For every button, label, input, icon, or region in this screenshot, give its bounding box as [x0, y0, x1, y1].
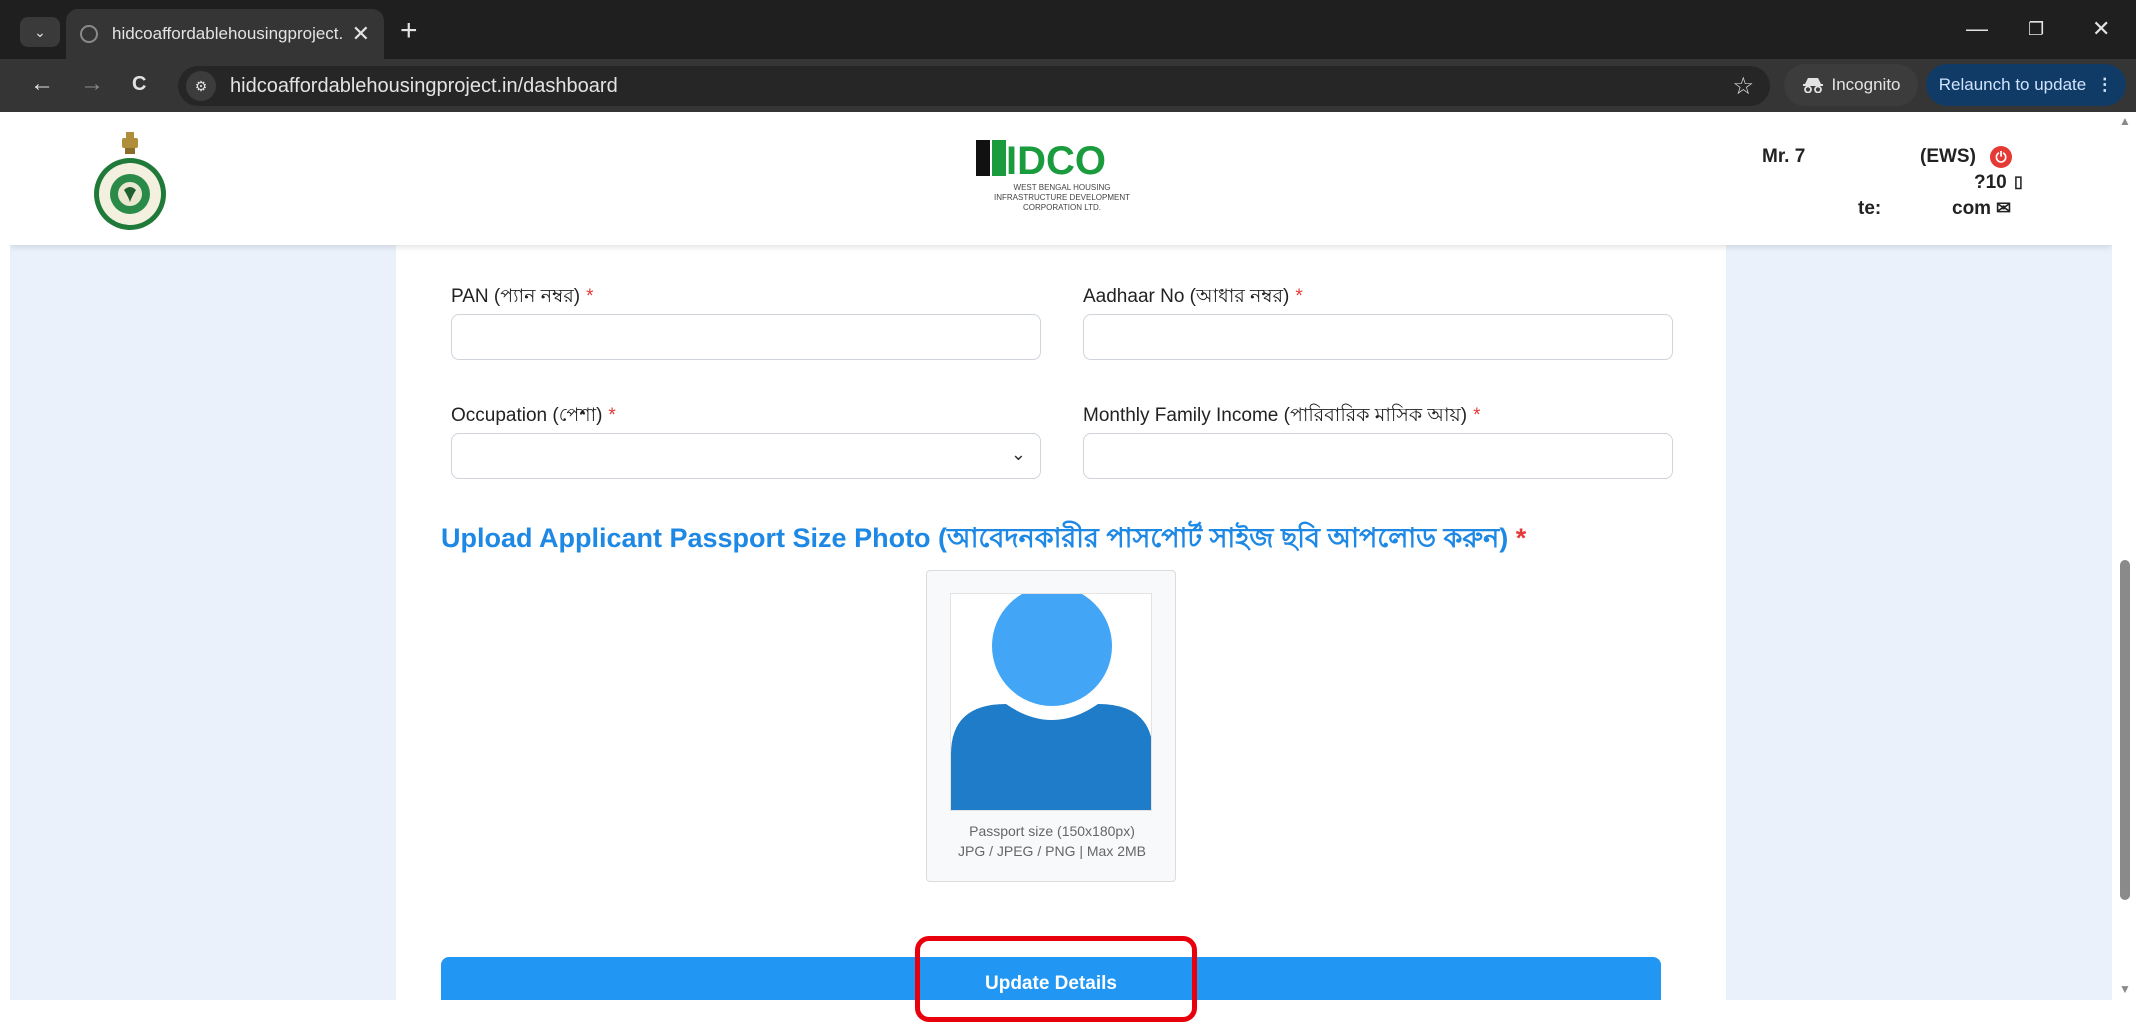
user-email-line: te: com ✉	[1762, 198, 2042, 224]
close-icon[interactable]: ✕	[352, 21, 370, 47]
aadhaar-input[interactable]	[1083, 314, 1673, 360]
mobile-icon: ▯	[2014, 174, 2023, 191]
aadhaar-label: Aadhaar No (আধার নম্বর) *	[1083, 282, 1303, 314]
address-bar[interactable]: ⚙ hidcoaffordablehousingproject.in/dashb…	[178, 66, 1770, 106]
reload-icon[interactable]: C	[132, 69, 146, 99]
pan-label: PAN (প্যান নম্বর) *	[451, 282, 594, 314]
bottom-strip	[0, 1000, 2136, 1023]
upload-photo-title-text: Upload Applicant Passport Size Photo (আব…	[441, 523, 1509, 553]
user-name: Mr. 7	[1762, 146, 1806, 167]
browser-tabstrip: ⌄ hidcoaffordablehousingproject. ✕ + — ❐…	[0, 0, 2136, 59]
tab-title: hidcoaffordablehousingproject.	[112, 24, 342, 43]
incognito-indicator[interactable]: Incognito	[1784, 64, 1918, 106]
minimize-icon[interactable]: —	[1966, 16, 1988, 42]
bookmark-star-icon[interactable]: ☆	[1732, 72, 1754, 101]
occupation-label-text: Occupation (পেশা)	[451, 405, 603, 426]
site-header: IDCO WEST BENGAL HOUSING INFRASTRUCTURE …	[10, 112, 2112, 245]
photo-preview[interactable]	[950, 593, 1152, 811]
logo-subtitle-2: INFRASTRUCTURE DEVELOPMENT	[994, 193, 1130, 202]
pan-input[interactable]	[451, 314, 1041, 360]
income-label: Monthly Family Income (পারিবারিক মাসিক আ…	[1083, 401, 1480, 433]
user-phone-line: ?10 ▯	[1762, 172, 2042, 198]
required-mark: *	[1295, 286, 1303, 307]
logo-wordmark: IDCO	[1006, 139, 1106, 183]
scroll-down-icon[interactable]: ▼	[2119, 982, 2131, 996]
upload-photo-title: Upload Applicant Passport Size Photo (আব…	[441, 518, 1526, 563]
tab-search-chevron-icon[interactable]: ⌄	[20, 17, 60, 47]
required-mark: *	[1515, 523, 1527, 553]
avatar-placeholder-icon	[951, 594, 1151, 810]
user-name-line: Mr. 7 (EWS) ⏻	[1762, 146, 2042, 172]
user-category: (EWS)	[1920, 146, 1976, 167]
income-label-text: Monthly Family Income (পারিবারিক মাসিক আ…	[1083, 405, 1468, 426]
occupation-select[interactable]: ⌄	[451, 433, 1041, 479]
scroll-up-icon[interactable]: ▲	[2119, 114, 2131, 128]
user-email-start: te:	[1858, 198, 1882, 219]
browser-tab[interactable]: hidcoaffordablehousingproject. ✕	[66, 9, 384, 59]
west-bengal-emblem-icon	[94, 132, 166, 230]
incognito-label: Incognito	[1831, 75, 1901, 94]
envelope-icon: ✉	[1996, 198, 2012, 218]
relaunch-label: Relaunch to update	[1938, 75, 2087, 94]
browser-toolbar: ← → C ⚙ hidcoaffordablehousingproject.in…	[0, 59, 2136, 112]
logo-subtitle-1: WEST BENGAL HOUSING	[1014, 183, 1111, 192]
url-text[interactable]: hidcoaffordablehousingproject.in/dashboa…	[230, 75, 618, 98]
required-mark: *	[608, 405, 616, 426]
restore-icon[interactable]: ❐	[2028, 19, 2044, 40]
income-input[interactable]	[1083, 433, 1673, 479]
incognito-icon	[1802, 78, 1823, 93]
required-mark: *	[1473, 405, 1481, 426]
user-email-end: com	[1952, 198, 1992, 219]
forward-icon[interactable]: →	[80, 69, 104, 99]
hidco-logo-icon: IDCO WEST BENGAL HOUSING INFRASTRUCTURE …	[970, 132, 1154, 224]
new-tab-button[interactable]: +	[400, 14, 418, 48]
site-info-icon[interactable]: ⚙	[186, 71, 216, 101]
window-close-icon[interactable]: ✕	[2092, 16, 2110, 42]
aadhaar-label-text: Aadhaar No (আধার নম্বর)	[1083, 286, 1290, 307]
pan-label-text: PAN (প্যান নম্বর)	[451, 286, 581, 307]
chevron-down-icon: ⌄	[1010, 444, 1026, 464]
logout-power-icon[interactable]: ⏻	[1990, 146, 2012, 168]
scroll-thumb[interactable]	[2120, 560, 2130, 900]
required-mark: *	[586, 286, 594, 307]
user-info: Mr. 7 (EWS) ⏻ ?10 ▯ te: com ✉	[1762, 146, 2042, 224]
relaunch-button[interactable]: Relaunch to update ⋮	[1926, 64, 2126, 106]
back-icon[interactable]: ←	[30, 69, 54, 99]
photo-format-hint: JPG / JPEG / PNG | Max 2MB	[957, 843, 1146, 859]
page-scrollbar[interactable]: ▲ ▼	[2114, 112, 2136, 1000]
globe-icon	[80, 25, 98, 43]
logo-subtitle-3: CORPORATION LTD.	[1023, 203, 1101, 212]
more-menu-icon[interactable]: ⋮	[2096, 75, 2113, 95]
photo-size-hint: Passport size (150x180px)	[969, 823, 1135, 839]
occupation-label: Occupation (পেশা) *	[451, 401, 616, 433]
photo-upload-box[interactable]: Passport size (150x180px) JPG / JPEG / P…	[926, 570, 1176, 882]
user-phone: ?10	[1974, 172, 2007, 193]
